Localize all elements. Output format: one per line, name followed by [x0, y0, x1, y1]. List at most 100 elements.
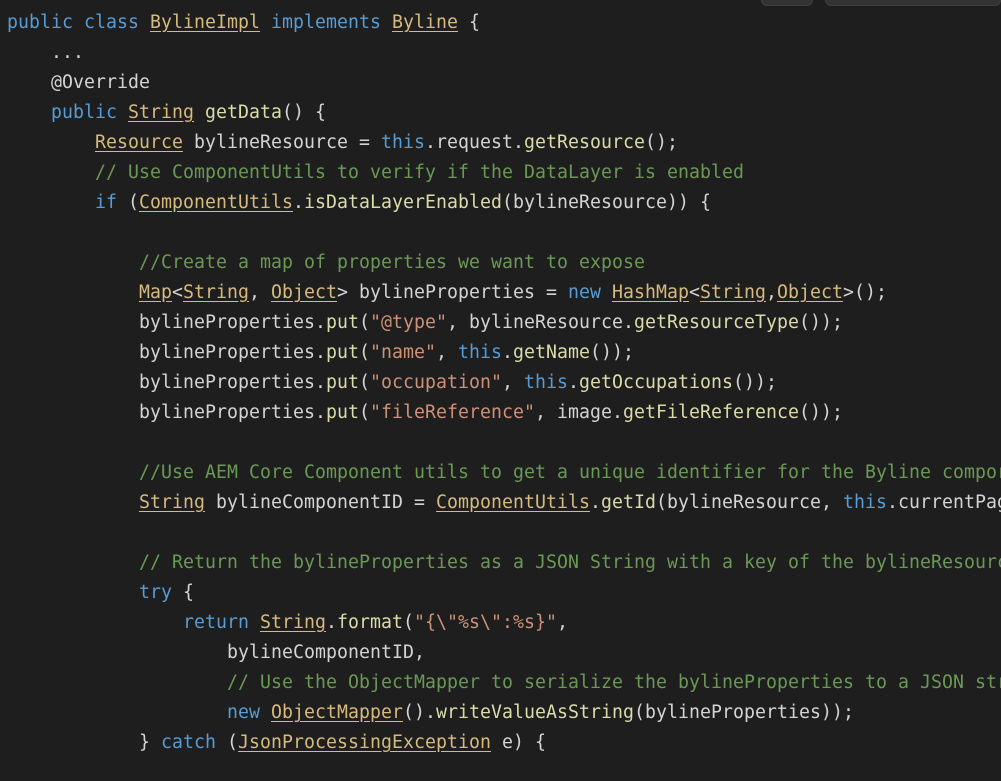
code-token: String — [139, 492, 205, 513]
code-token: this — [381, 132, 425, 153]
code-token: , — [557, 612, 568, 633]
toolbar-button[interactable] — [825, 0, 1001, 6]
code-token: { — [172, 582, 194, 603]
code-line: bylineProperties.put("fileReference", im… — [7, 398, 1001, 428]
code-line: bylineComponentID, — [7, 638, 1001, 668]
code-line: //Create a map of properties we want to … — [7, 248, 1001, 278]
code-token: getFileReference — [623, 402, 799, 423]
code-token: , — [502, 372, 524, 393]
code-token: , — [766, 282, 777, 303]
code-token: () { — [282, 102, 326, 123]
code-token: getName — [513, 342, 590, 363]
code-token: getResourceType — [634, 312, 799, 333]
code-token: } — [139, 732, 161, 753]
code-token: "occupation" — [370, 372, 502, 393]
code-token: < — [172, 282, 183, 303]
code-token: > bylineProperties = — [337, 282, 568, 303]
code-token: getData — [205, 102, 282, 123]
code-token: String — [128, 102, 194, 123]
code-token: . — [590, 492, 601, 513]
code-token: "{\"%s\":%s}" — [414, 612, 557, 633]
code-token: new — [568, 282, 612, 303]
code-block: public class BylineImpl implements Bylin… — [7, 8, 1001, 758]
code-token: // Use ComponentUtils to verify if the D… — [95, 162, 744, 183]
code-token: (bylineResource)) { — [502, 192, 711, 213]
code-token: String — [260, 612, 326, 633]
code-token: isDataLayerEnabled — [304, 192, 502, 213]
code-token: e) { — [491, 732, 546, 753]
code-token: //Create a map of properties we want to … — [139, 252, 645, 273]
code-token: "name" — [370, 342, 436, 363]
code-token: ()); — [799, 312, 843, 333]
code-token: ()); — [590, 342, 634, 363]
code-token: ( — [359, 312, 370, 333]
code-token: , — [436, 342, 458, 363]
code-token: ComponentUtils — [139, 192, 293, 213]
code-token: catch — [161, 732, 216, 753]
code-token: return — [183, 612, 260, 633]
code-token: ( — [359, 372, 370, 393]
code-line: // Return the bylineProperties as a JSON… — [7, 548, 1001, 578]
code-token: , — [249, 282, 271, 303]
code-token: { — [458, 12, 480, 33]
code-line: Map<String, Object> bylineProperties = n… — [7, 278, 1001, 308]
code-line: public class BylineImpl implements Bylin… — [7, 8, 1001, 38]
code-token: bylineProperties. — [139, 312, 326, 333]
code-token: .request. — [425, 132, 524, 153]
code-line: // Use ComponentUtils to verify if the D… — [7, 158, 1001, 188]
code-line: bylineProperties.put("@type", bylineReso… — [7, 308, 1001, 338]
code-line: if (ComponentUtils.isDataLayerEnabled(by… — [7, 188, 1001, 218]
code-token: ( — [128, 192, 139, 213]
code-token: // Return the bylineProperties as a JSON… — [139, 552, 1001, 573]
code-token: try — [139, 582, 172, 603]
code-token: < — [689, 282, 700, 303]
code-token: .currentPag — [887, 492, 1001, 513]
code-token: bylineProperties. — [139, 342, 326, 363]
code-token: if — [95, 192, 128, 213]
code-token: this — [524, 372, 568, 393]
code-token: String — [183, 282, 249, 303]
code-token: getId — [601, 492, 656, 513]
code-token: put — [326, 372, 359, 393]
code-token: ( — [403, 612, 414, 633]
code-token: new — [227, 702, 271, 723]
toolbar — [751, 0, 1001, 6]
code-viewer: public class BylineImpl implements Bylin… — [0, 0, 1001, 781]
code-line: // Use the ObjectMapper to serialize the… — [7, 668, 1001, 698]
code-token: Resource — [95, 132, 183, 153]
code-token: "fileReference" — [370, 402, 535, 423]
code-token: . — [568, 372, 579, 393]
code-token: bylineComponentID = — [205, 492, 436, 513]
code-line: String bylineComponentID = ComponentUtil… — [7, 488, 1001, 518]
code-token: . — [326, 612, 337, 633]
code-token: bylineResource = — [183, 132, 381, 153]
code-token: class — [84, 12, 150, 33]
code-token: ComponentUtils — [436, 492, 590, 513]
code-line: //Use AEM Core Component utils to get a … — [7, 458, 1001, 488]
code-token: format — [337, 612, 403, 633]
code-line: } catch (JsonProcessingException e) { — [7, 728, 1001, 758]
code-line: new ObjectMapper().writeValueAsString(by… — [7, 698, 1001, 728]
toolbar-button[interactable] — [761, 0, 813, 6]
code-token: Byline — [392, 12, 458, 33]
code-token: (bylineProperties)); — [634, 702, 854, 723]
